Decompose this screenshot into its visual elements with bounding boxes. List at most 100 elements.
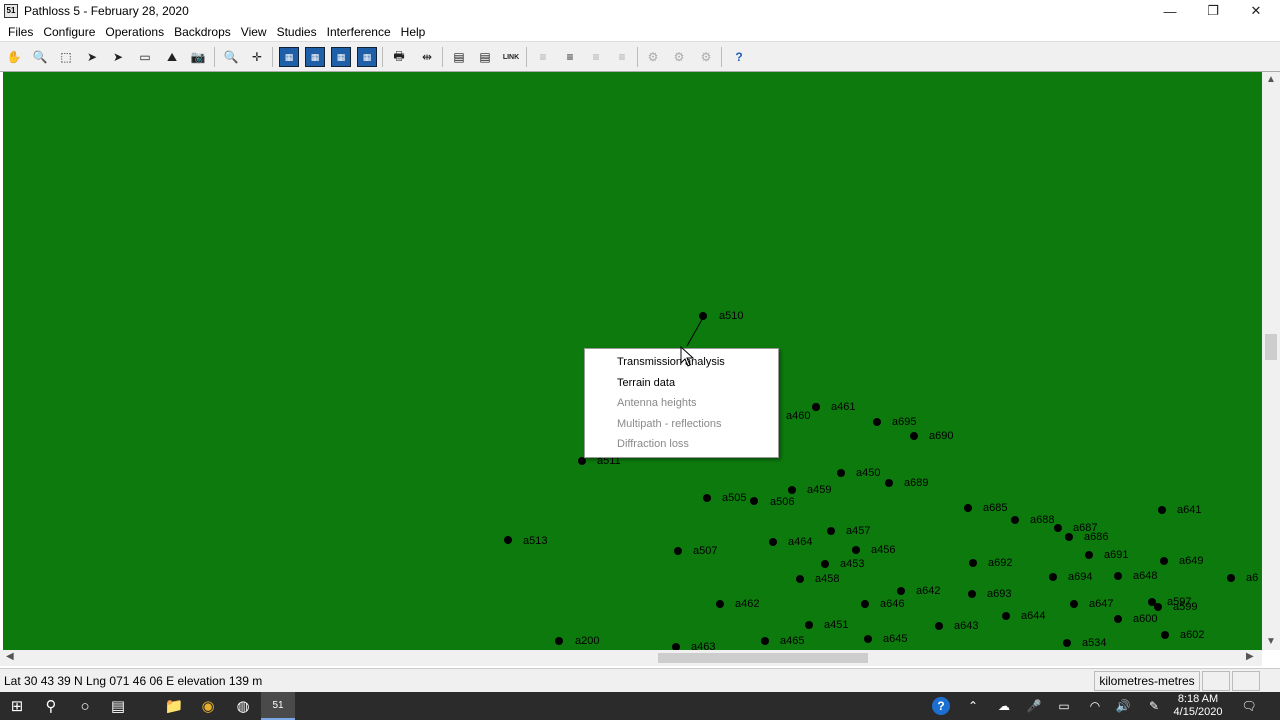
scroll-left-icon[interactable]: ◀ [6,651,14,662]
site-marker-a453[interactable] [821,560,829,568]
site-marker-a599[interactable] [1154,603,1162,611]
close-button[interactable]: ✕ [1234,0,1278,22]
fit-view-icon[interactable]: ✛ [247,47,267,67]
site-marker-a6[interactable] [1227,574,1235,582]
volume-icon[interactable]: 🔊 [1114,697,1132,715]
site-marker-a463[interactable] [672,643,680,650]
scroll-down-icon[interactable]: ▼ [1266,636,1276,647]
horizontal-scrollbar[interactable]: ◀ ▶ [0,650,1262,666]
bars-backdrop-icon[interactable]: ▦ [357,47,377,67]
measure-icon[interactable]: ⇹ [417,47,437,67]
menu-operations[interactable]: Operations [100,25,169,39]
site-marker-a464[interactable] [769,538,777,546]
site-marker-a534[interactable] [1063,639,1071,647]
horizontal-scroll-thumb[interactable] [658,653,868,663]
terrain-backdrop-icon[interactable]: ▦ [279,47,299,67]
zoom-in-icon[interactable]: 🔍 [221,47,241,67]
pointer-icon[interactable]: ➤ [82,47,102,67]
site-marker-a687[interactable] [1054,524,1062,532]
menu-item-terrain-data[interactable]: Terrain data [585,373,778,394]
menu-view[interactable]: View [236,25,272,39]
restore-button[interactable]: ❐ [1191,0,1235,22]
select-area-icon[interactable]: ⬚ [56,47,76,67]
help-icon[interactable]: ? [729,47,749,67]
site-marker-a647[interactable] [1070,600,1078,608]
menu-configure[interactable]: Configure [38,25,100,39]
vertical-scrollbar[interactable]: ▲ ▼ [1262,72,1280,650]
start-icon[interactable]: ⊞ [0,692,34,720]
print-icon[interactable]: 🖶 [389,47,409,67]
layers-icon[interactable]: ≡ [560,47,580,67]
site-marker-a457[interactable] [827,527,835,535]
scroll-right-icon[interactable]: ▶ [1246,651,1254,662]
task-view-icon[interactable]: ▤ [101,692,135,720]
site-marker-a643[interactable] [935,622,943,630]
clock[interactable]: 8:18 AM 4/15/2020 [1166,693,1230,719]
site-marker-a646[interactable] [861,600,869,608]
site-marker-a600[interactable] [1114,615,1122,623]
pan-icon[interactable]: ✋ [4,47,24,67]
site-marker-a505[interactable] [703,494,711,502]
chrome-icon[interactable]: ◉ [191,692,225,720]
zoom-icon[interactable]: 🔍 [30,47,50,67]
microphone-icon[interactable]: 🎤 [1025,697,1043,715]
site-marker-a642[interactable] [897,587,905,595]
site-marker-a691[interactable] [1085,551,1093,559]
profile-icon[interactable]: ⛰ [162,47,182,67]
camera-icon[interactable]: 📷 [188,47,208,67]
site-marker-a459[interactable] [788,486,796,494]
app-icon[interactable]: ◍ [226,692,260,720]
minimize-button[interactable]: — [1148,0,1192,22]
site-marker-a506[interactable] [750,497,758,505]
onedrive-icon[interactable]: ☁ [995,697,1013,715]
site-marker-a644[interactable] [1002,612,1010,620]
table-icon[interactable]: ▤ [475,47,495,67]
vertical-scroll-thumb[interactable] [1265,334,1277,360]
site-marker-a602[interactable] [1161,631,1169,639]
search-icon[interactable]: ⚲ [34,692,68,720]
site-list-icon[interactable]: ▤ [449,47,469,67]
battery-icon[interactable]: ▭ [1055,697,1073,715]
menu-files[interactable]: Files [3,25,38,39]
site-marker-a451[interactable] [805,621,813,629]
contour-backdrop-icon[interactable]: ▦ [331,47,351,67]
site-marker-a688[interactable] [1011,516,1019,524]
site-marker-a458[interactable] [796,575,804,583]
site-marker-a450[interactable] [837,469,845,477]
pathloss-taskbar-icon[interactable]: 51 [261,692,295,720]
site-marker-a645[interactable] [864,635,872,643]
site-marker-a200[interactable] [555,637,563,645]
site-marker-a686[interactable] [1065,533,1073,541]
site-marker-a507[interactable] [674,547,682,555]
site-marker-a690[interactable] [910,432,918,440]
menu-interference[interactable]: Interference [322,25,396,39]
notifications-icon[interactable]: 🗨 [1240,697,1258,715]
site-marker-a689[interactable] [885,479,893,487]
site-marker-a511[interactable] [578,457,586,465]
menu-backdrops[interactable]: Backdrops [169,25,236,39]
scroll-up-icon[interactable]: ▲ [1266,74,1276,85]
site-marker-a641[interactable] [1158,506,1166,514]
clutter-backdrop-icon[interactable]: ▦ [305,47,325,67]
menu-studies[interactable]: Studies [272,25,322,39]
site-marker-a649[interactable] [1160,557,1168,565]
link-icon[interactable]: LINK [501,47,521,67]
chevron-up-icon[interactable]: ⌃ [964,697,982,715]
site-marker-a462[interactable] [716,600,724,608]
site-marker-a648[interactable] [1114,572,1122,580]
site-marker-a510[interactable] [699,312,707,320]
site-marker-a685[interactable] [964,504,972,512]
site-marker-a695[interactable] [873,418,881,426]
cortana-icon[interactable]: ○ [68,692,102,720]
pointer-alt-icon[interactable]: ➤ [108,47,128,67]
help-icon[interactable]: ? [932,697,950,715]
site-marker-a465[interactable] [761,637,769,645]
site-marker-a456[interactable] [852,546,860,554]
menu-help[interactable]: Help [396,25,431,39]
site-marker-a513[interactable] [504,536,512,544]
file-explorer-icon[interactable]: 📁 [157,692,191,720]
site-marker-a693[interactable] [968,590,976,598]
ruler-icon[interactable]: ▭ [135,47,155,67]
site-marker-a694[interactable] [1049,573,1057,581]
wifi-icon[interactable]: ◠ [1086,697,1104,715]
